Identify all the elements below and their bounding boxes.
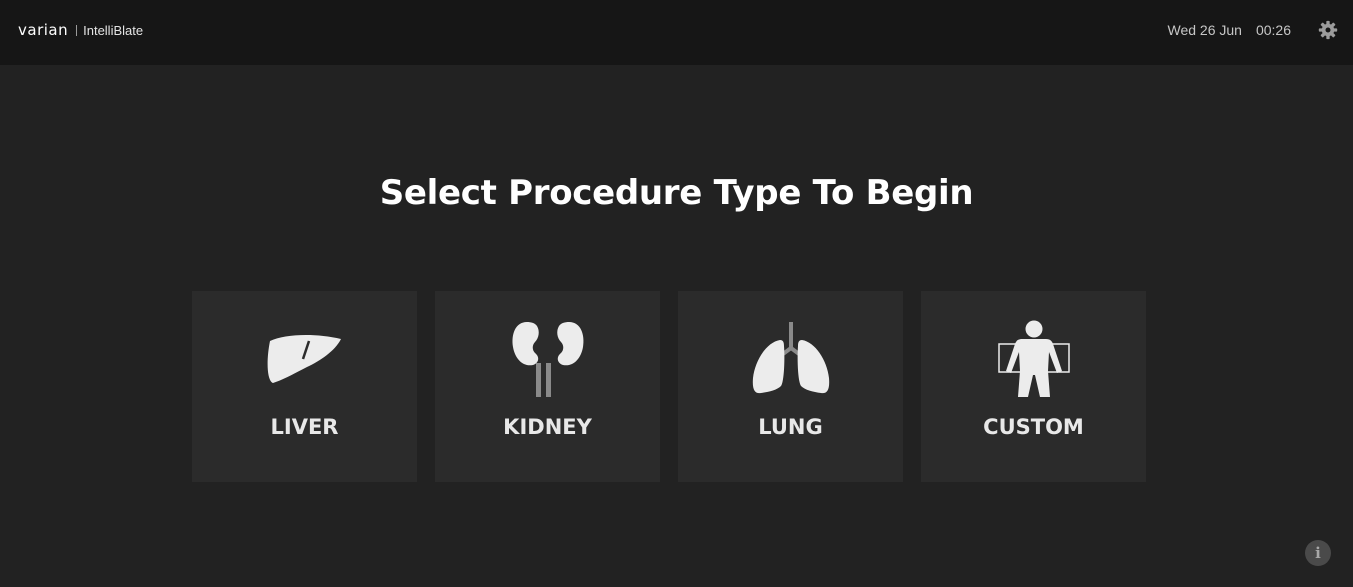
procedure-tile-kidney[interactable]: KIDNEY: [435, 291, 660, 482]
procedure-tile-liver[interactable]: LIVER: [192, 291, 417, 482]
procedure-label: LUNG: [758, 415, 823, 439]
procedure-label: KIDNEY: [503, 415, 592, 439]
kidney-icon: [435, 319, 660, 399]
status-area: Wed 26 Jun 00:26: [1167, 19, 1339, 41]
procedure-label: LIVER: [270, 415, 339, 439]
lung-icon: [678, 319, 903, 399]
info-glyph: i: [1315, 544, 1321, 562]
brand-divider: [76, 24, 78, 36]
current-time: 00:26: [1255, 22, 1291, 38]
top-bar: varian IntelliBlate Wed 26 Jun 00:26: [0, 0, 1353, 65]
gear-icon[interactable]: [1317, 19, 1339, 41]
procedure-tile-lung[interactable]: LUNG: [678, 291, 903, 482]
brand: varian IntelliBlate: [18, 20, 143, 40]
varian-logo: varian: [18, 21, 69, 39]
procedure-tile-custom[interactable]: CUSTOM: [921, 291, 1146, 482]
liver-icon: [192, 319, 417, 399]
info-icon[interactable]: i: [1305, 540, 1331, 566]
body-icon: [921, 319, 1146, 399]
procedure-label: CUSTOM: [983, 415, 1084, 439]
page-title: Select Procedure Type To Begin: [379, 173, 974, 213]
app-name: IntelliBlate: [83, 22, 144, 38]
current-date: Wed 26 Jun: [1167, 22, 1242, 38]
